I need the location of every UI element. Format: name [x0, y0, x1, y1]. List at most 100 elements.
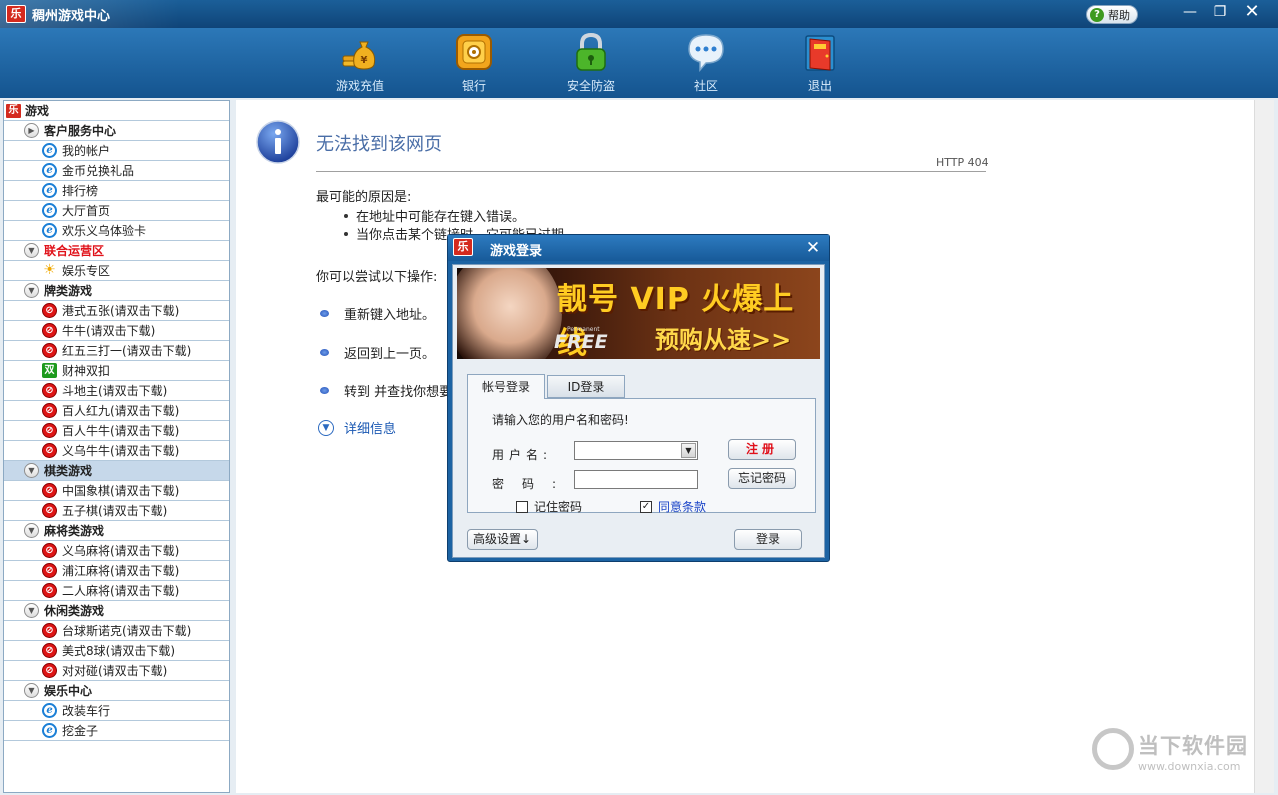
ie-icon: e [42, 183, 57, 198]
try-heading: 你可以尝试以下操作: [316, 270, 438, 285]
details-link[interactable]: ▼ 详细信息 [318, 418, 396, 437]
forgot-password-button[interactable]: 忘记密码 [728, 468, 796, 489]
tree-item-label: 百人牛牛(请双击下载) [62, 424, 180, 438]
bullet-icon [344, 214, 348, 218]
tree-item[interactable]: e 改装车行 [4, 701, 229, 721]
tree-item[interactable]: ⊘ 百人红九(请双击下载) [4, 401, 229, 421]
main-toolbar: ¥ 游戏充值 银行 安全防盗 社区 退出 [0, 28, 1278, 98]
tree-item[interactable]: ⊘ 义乌麻将(请双击下载) [4, 541, 229, 561]
agree-label[interactable]: 同意条款 [658, 498, 706, 515]
remember-password-checkbox[interactable]: 记住密码 [516, 498, 582, 515]
details-label: 详细信息 [344, 422, 397, 437]
tree-item-label: 挖金子 [62, 724, 99, 738]
tree-category[interactable]: ▼ 联合运营区 [4, 241, 229, 261]
sun-icon: ☀ [43, 262, 56, 278]
tree-item[interactable]: ☀ 娱乐专区 [4, 261, 229, 281]
toolbar-security-button[interactable]: 安全防盗 [551, 32, 631, 94]
agree-terms-checkbox[interactable]: ✓ 同意条款 [640, 498, 706, 515]
password-label: 密码: [492, 477, 575, 491]
tree-category-label: 休闲类游戏 [44, 604, 105, 618]
action-item[interactable]: 返回到上一页。 [320, 343, 435, 362]
no-entry-icon: ⊘ [42, 303, 57, 318]
chevron-down-icon[interactable]: ▼ [681, 443, 696, 458]
toolbar-bank-button[interactable]: 银行 [434, 32, 514, 94]
username-label: 用户名: [492, 448, 553, 462]
tree-category[interactable]: ▼ 娱乐中心 [4, 681, 229, 701]
tree-category[interactable]: ▼ 棋类游戏 [4, 461, 229, 481]
exit-door-icon [805, 35, 835, 71]
tree-item[interactable]: ⊘ 二人麻将(请双击下载) [4, 581, 229, 601]
tree-item[interactable]: e 欢乐义乌体验卡 [4, 221, 229, 241]
tree-item[interactable]: ⊘ 港式五张(请双击下载) [4, 301, 229, 321]
tree-item-label: 义乌麻将(请双击下载) [62, 544, 180, 558]
svg-text:¥: ¥ [361, 55, 368, 66]
tree-category[interactable]: ▼ 麻将类游戏 [4, 521, 229, 541]
app-title: 稠州游戏中心 [32, 9, 111, 24]
game-tree-sidebar: 乐 游戏 ▶ 客户服务中心 e 我的帐户 e 金币兑换礼品 e 排行榜 e 大厅首页 e 欢乐义乌体验… [3, 100, 230, 793]
tree-item[interactable]: e 大厅首页 [4, 201, 229, 221]
tree-item[interactable]: ⊘ 五子棋(请双击下载) [4, 501, 229, 521]
chevron-down-icon[interactable]: ▼ [24, 243, 39, 258]
tree-item-label: 中国象棋(请双击下载) [62, 484, 180, 498]
tree-item[interactable]: ⊘ 红五三打一(请双击下载) [4, 341, 229, 361]
no-entry-icon: ⊘ [42, 483, 57, 498]
chevron-right-icon[interactable]: ▶ [24, 123, 39, 138]
login-button[interactable]: 登录 [734, 529, 802, 550]
ie-icon: e [42, 163, 57, 178]
register-button[interactable]: 注册 [728, 439, 796, 460]
close-window-button[interactable]: ✕ [1238, 2, 1266, 24]
tree-item-label: 对对碰(请双击下载) [62, 664, 168, 678]
login-tab-panel: 请输入您的用户名和密码! 用户名: ▼ 密码: 注册 忘记密码 记住密码 ✓ 同… [467, 398, 816, 515]
dialog-close-button[interactable]: ✕ [802, 237, 824, 259]
chevron-down-icon[interactable]: ▼ [24, 683, 39, 698]
action-item: 重新键入地址。 [320, 304, 435, 323]
tree-item-label: 五子棋(请双击下载) [62, 504, 168, 518]
tree-item[interactable]: ⊘ 义乌牛牛(请双击下载) [4, 441, 229, 461]
tab-account-login[interactable]: 帐号登录 [467, 374, 545, 399]
tree-category[interactable]: ▶ 客户服务中心 [4, 121, 229, 141]
remember-label: 记住密码 [534, 500, 583, 514]
no-entry-icon: ⊘ [42, 403, 57, 418]
no-entry-icon: ⊘ [42, 563, 57, 578]
tree-item[interactable]: e 金币兑换礼品 [4, 161, 229, 181]
chevron-down-icon[interactable]: ▼ [24, 463, 39, 478]
no-entry-icon: ⊘ [42, 663, 57, 678]
reasons-heading: 最可能的原因是: [316, 190, 412, 205]
tree-root-games[interactable]: 乐 游戏 [4, 101, 229, 121]
advanced-settings-button[interactable]: 高级设置↓ [467, 529, 538, 550]
help-button[interactable]: ? 帮助 [1086, 5, 1138, 24]
tree-item[interactable]: e 排行榜 [4, 181, 229, 201]
chevron-down-icon[interactable]: ▼ [24, 523, 39, 538]
tree-item[interactable]: ⊘ 对对碰(请双击下载) [4, 661, 229, 681]
checkbox-checked-icon[interactable]: ✓ [640, 500, 652, 513]
toolbar-community-button[interactable]: 社区 [666, 32, 746, 94]
tree-item[interactable]: e 我的帐户 [4, 141, 229, 161]
tree-item[interactable]: ⊘ 中国象棋(请双击下载) [4, 481, 229, 501]
vip-banner[interactable]: 靓号 VIP 火爆上线 Permanent FREE 预购从速>> [457, 268, 820, 359]
toolbar-exit-button[interactable]: 退出 [780, 32, 860, 94]
tree-category[interactable]: ▼ 休闲类游戏 [4, 601, 229, 621]
checkbox-icon[interactable] [516, 500, 528, 513]
tree-item[interactable]: e 挖金子 [4, 721, 229, 741]
tree-item[interactable]: ⊘ 牛牛(请双击下载) [4, 321, 229, 341]
password-input[interactable] [574, 470, 698, 489]
tree-item[interactable]: ⊘ 百人牛牛(请双击下载) [4, 421, 229, 441]
toolbar-recharge-button[interactable]: ¥ 游戏充值 [320, 32, 400, 94]
tree-item[interactable]: ⊘ 美式8球(请双击下载) [4, 641, 229, 661]
tab-id-login[interactable]: ID登录 [547, 375, 625, 398]
tree-item[interactable]: 双财神双扣 [4, 361, 229, 381]
dialog-titlebar[interactable]: 乐 游戏登录 ✕ [448, 235, 829, 261]
maximize-button[interactable]: ❐ [1206, 2, 1234, 24]
tree-item[interactable]: ⊘ 浦江麻将(请双击下载) [4, 561, 229, 581]
tree-item[interactable]: ⊘ 斗地主(请双击下载) [4, 381, 229, 401]
tree-category[interactable]: ▼ 牌类游戏 [4, 281, 229, 301]
no-entry-icon: ⊘ [42, 643, 57, 658]
tree-item[interactable]: ⊘ 台球斯诺克(请双击下载) [4, 621, 229, 641]
chevron-down-icon[interactable]: ▼ [24, 603, 39, 618]
minimize-button[interactable]: — [1176, 2, 1204, 24]
no-entry-icon: ⊘ [42, 583, 57, 598]
chevron-down-icon[interactable]: ▼ [24, 283, 39, 298]
login-prompt: 请输入您的用户名和密码! [492, 413, 629, 427]
username-combobox[interactable]: ▼ [574, 441, 698, 460]
content-scrollbar[interactable] [1254, 100, 1274, 793]
